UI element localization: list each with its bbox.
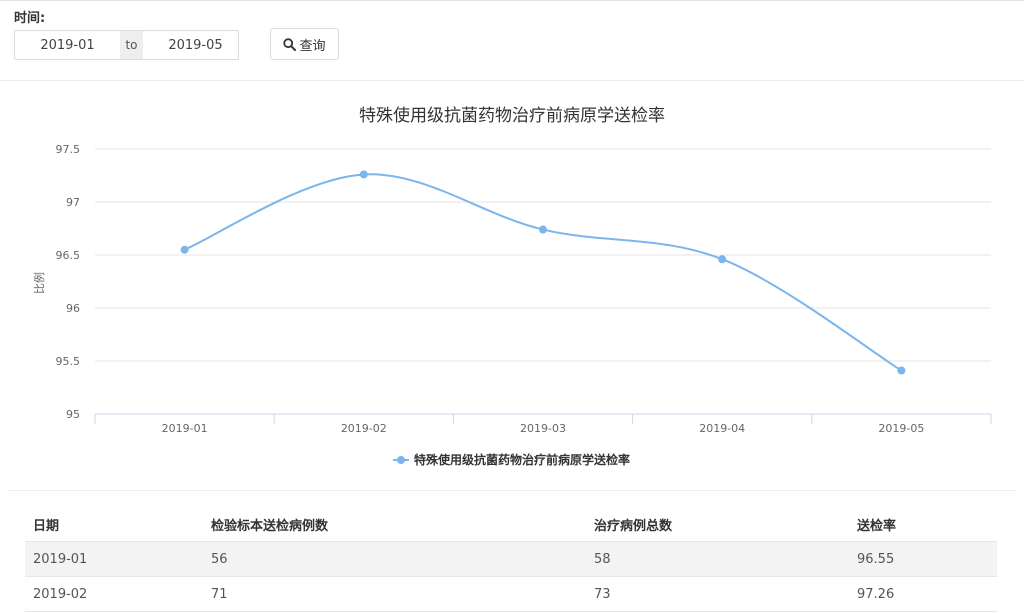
y-tick-label: 95	[66, 408, 80, 421]
column-header-date: 日期	[25, 507, 203, 542]
time-label: 时间:	[14, 11, 46, 26]
data-point	[718, 255, 727, 264]
cell-rate: 97.26	[849, 576, 997, 612]
chart-legend[interactable]: 特殊使用级抗菌药物治疗前病原学送检率	[393, 452, 630, 467]
x-tick-label: 2019-02	[341, 422, 387, 435]
end-date-input[interactable]	[143, 31, 248, 59]
x-tick-label: 2019-04	[699, 422, 745, 435]
data-table-section: 日期 检验标本送检病例数 治疗病例总数 送检率 2019-01 56 58 96…	[8, 490, 1016, 612]
y-tick-label: 97.5	[56, 143, 81, 156]
y-axis-title: 比例	[32, 272, 46, 294]
start-date-input[interactable]	[15, 31, 120, 59]
x-tick-label: 2019-05	[878, 422, 924, 435]
chart-container: 特殊使用级抗菌药物治疗前病原学送检率 比例 95 95.5 96 96.5 97 97.5…	[0, 81, 1024, 491]
line-chart: 特殊使用级抗菌药物治疗前病原学送检率 比例 95 95.5 96 96.5 97 97.5…	[32, 105, 992, 467]
y-tick-label: 97	[66, 196, 80, 209]
date-range-picker: to	[14, 30, 248, 60]
search-icon	[283, 37, 297, 51]
table-row: 2019-01 56 58 96.55	[25, 541, 997, 577]
cell-total-cases: 58	[586, 541, 849, 577]
table-row: 2019-02 71 73 97.26	[25, 576, 997, 612]
date-range-separator: to	[120, 31, 143, 59]
column-header-sent-cases: 检验标本送检病例数	[203, 507, 586, 542]
x-tick-label: 2019-03	[520, 422, 566, 435]
x-tick-label: 2019-01	[162, 422, 208, 435]
column-header-total-cases: 治疗病例总数	[586, 507, 849, 542]
y-tick-label: 96.5	[56, 249, 81, 262]
cell-date: 2019-01	[25, 541, 203, 577]
legend-series-marker	[397, 456, 405, 464]
y-tick-label: 96	[66, 302, 80, 315]
series-line	[184, 173, 902, 372]
cell-sent-cases: 71	[203, 576, 586, 612]
table-header-row: 日期 检验标本送检病例数 治疗病例总数 送检率	[25, 507, 997, 542]
cell-total-cases: 73	[586, 576, 849, 612]
query-button-label: 查询	[299, 38, 326, 54]
filter-bar: 时间: to 查询	[0, 1, 1024, 81]
query-button[interactable]: 查询	[270, 28, 339, 60]
data-point	[539, 225, 547, 234]
chart-title: 特殊使用级抗菌药物治疗前病原学送检率	[359, 105, 665, 126]
cell-sent-cases: 56	[203, 541, 586, 577]
page: 时间: to 查询 特殊使用级抗菌药物治疗前病原学送检率 比例 95 95.5 96…	[0, 0, 1024, 613]
data-point	[897, 366, 906, 375]
cell-rate: 96.55	[849, 541, 997, 577]
data-table: 日期 检验标本送检病例数 治疗病例总数 送检率 2019-01 56 58 96…	[25, 507, 997, 612]
data-point	[180, 245, 189, 254]
legend-series-label: 特殊使用级抗菌药物治疗前病原学送检率	[414, 452, 630, 467]
cell-date: 2019-02	[25, 576, 203, 612]
data-point	[359, 170, 368, 179]
y-tick-label: 95.5	[56, 355, 81, 368]
column-header-rate: 送检率	[849, 507, 997, 542]
